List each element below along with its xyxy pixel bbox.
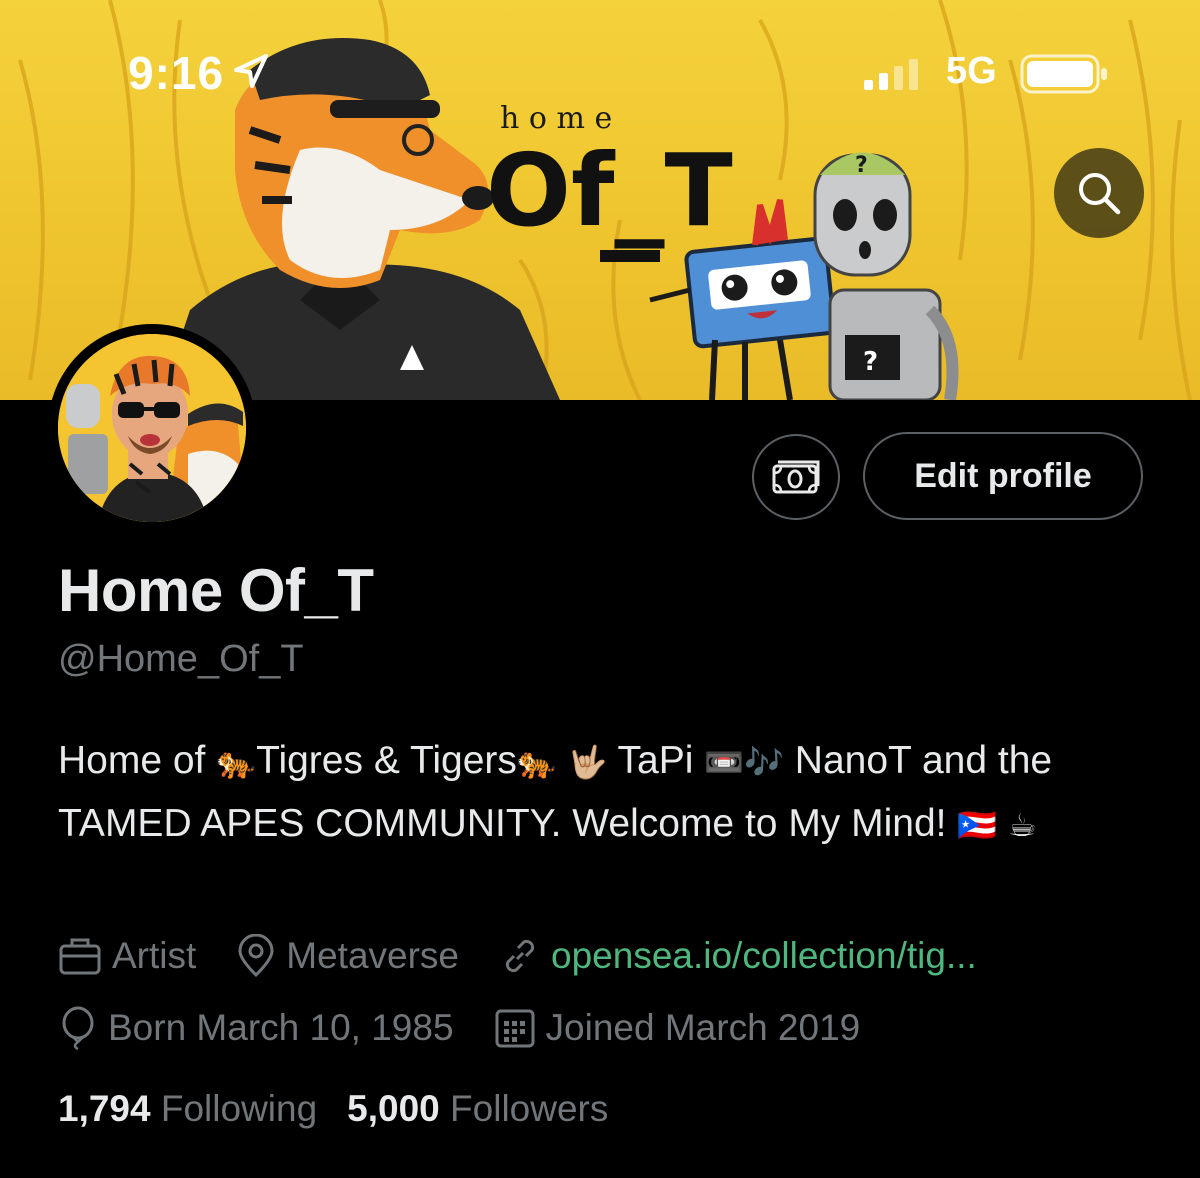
profile-website[interactable]: opensea.io/collection/tig...: [499, 935, 977, 977]
follow-stats: 1,794 Following 5,000 Followers: [58, 1088, 638, 1130]
followers-count: 5,000: [347, 1088, 440, 1129]
puerto-rico-flag-emoji: 🇵🇷: [957, 807, 998, 843]
followers-label: Followers: [450, 1088, 609, 1129]
search-icon: [1079, 173, 1121, 215]
tiger-emoji: 🐅: [216, 744, 257, 780]
user-handle: @Home_Of_T: [58, 638, 304, 680]
coffee-emoji: ☕: [1008, 807, 1037, 843]
briefcase-icon: [59, 938, 101, 975]
profile-category: Artist: [58, 935, 196, 977]
bio-text: Tigres & Tigers: [256, 739, 517, 782]
profile-birthday: Born March 10, 1985: [58, 1006, 454, 1050]
profile-meta-row: Born March 10, 1985 Joined March 2019: [58, 1006, 900, 1050]
love-you-gesture-emoji: 🤟🏼: [567, 744, 608, 780]
profile-joined: Joined March 2019: [494, 1007, 861, 1049]
svg-text:?: ?: [855, 153, 868, 178]
bio-text: TaPi: [607, 739, 705, 782]
bio-text: Home of: [58, 739, 217, 782]
banner-logo-top: h o m e: [500, 101, 612, 136]
location-arrow-icon: [234, 54, 268, 88]
status-time: 9:16: [128, 47, 225, 99]
tips-button[interactable]: [752, 434, 840, 520]
search-button[interactable]: [1054, 148, 1144, 238]
profile-bio: Home of 🐅Tigres & Tigers🐅 🤟🏼 TaPi 📼🎶 Nan…: [58, 730, 1158, 856]
birthday-label: Born March 10, 1985: [108, 1007, 454, 1048]
website-link[interactable]: opensea.io/collection/tig...: [551, 935, 977, 977]
display-name: Home Of_T: [58, 557, 374, 624]
money-icon: [772, 460, 820, 494]
location-pin-icon: [238, 934, 274, 978]
balloon-icon: [62, 1006, 94, 1050]
followers-link[interactable]: 5,000 Followers: [347, 1088, 608, 1130]
tiger-emoji: 🐅: [516, 744, 557, 780]
category-label: Artist: [112, 935, 197, 976]
profile-avatar[interactable]: [48, 324, 256, 532]
edit-profile-button[interactable]: Edit profile: [863, 432, 1143, 520]
profile-location: Metaverse: [236, 934, 459, 978]
profile-meta-row: Artist Metaverse opensea.io/collection/t…: [58, 934, 1017, 978]
videocassette-emoji: 📼: [704, 744, 745, 780]
location-label: Metaverse: [286, 935, 460, 976]
svg-text:?: ?: [863, 347, 878, 377]
battery-icon: [1020, 54, 1107, 94]
calendar-icon: [495, 1009, 535, 1048]
following-link[interactable]: 1,794 Following: [58, 1088, 317, 1130]
signal-bars-icon: [864, 59, 918, 90]
following-count: 1,794: [58, 1088, 151, 1129]
link-icon: [505, 939, 535, 973]
avatar-image: [58, 334, 246, 522]
banner-logo-main: Of_T: [486, 132, 733, 249]
following-label: Following: [160, 1088, 318, 1129]
network-type: 5G: [946, 50, 997, 92]
musical-notes-emoji: 🎶: [744, 744, 784, 780]
joined-label: Joined March 2019: [545, 1007, 861, 1048]
